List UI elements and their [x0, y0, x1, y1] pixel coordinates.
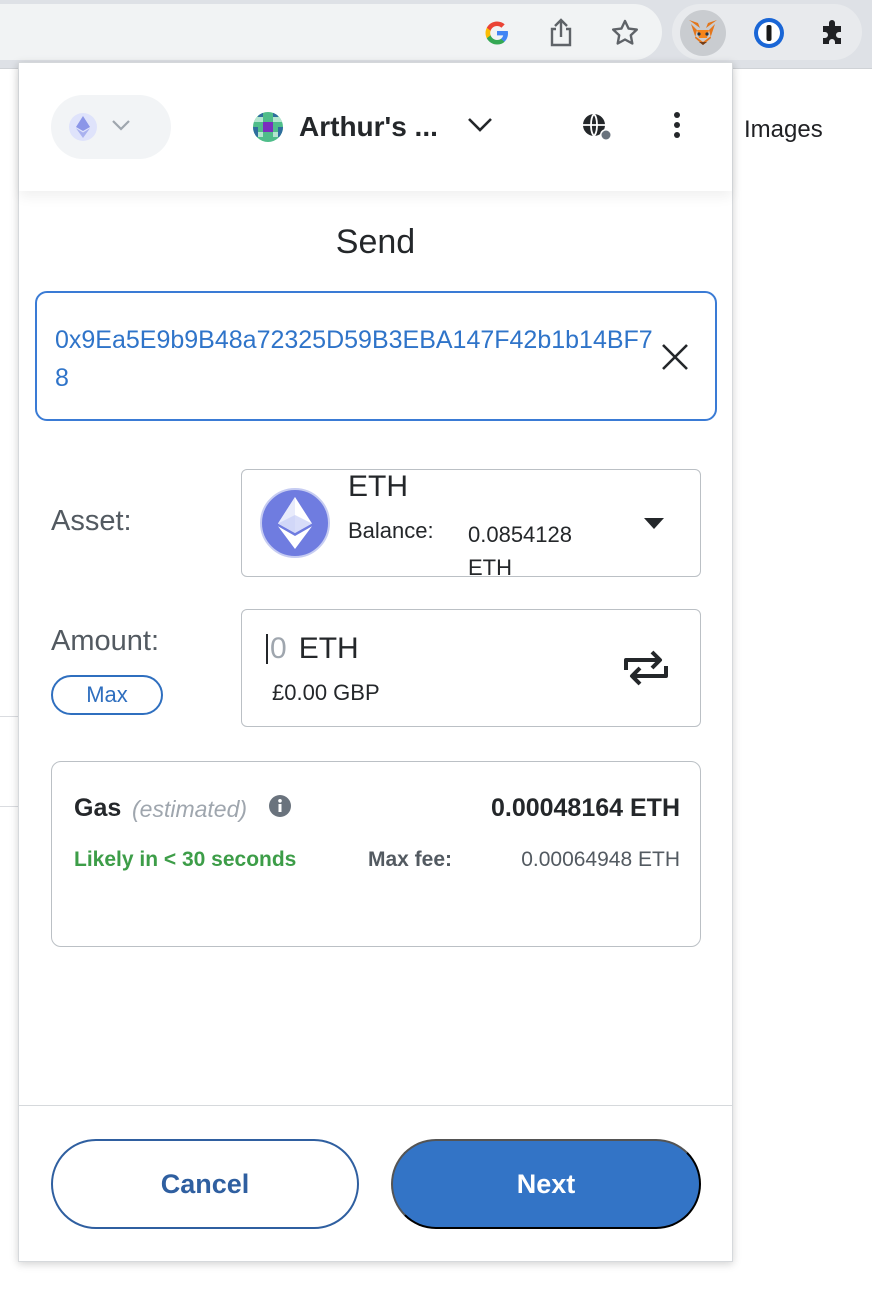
metamask-popup: Arthur's ... Send 0x9Ea5E9b9B48a72325D59… — [18, 62, 733, 1262]
gas-timing: Likely in < 30 seconds — [74, 848, 297, 871]
amount-label: Amount: — [51, 625, 159, 657]
account-picker[interactable]: Arthur's ... — [253, 107, 493, 147]
amount-unit: ETH — [298, 632, 359, 665]
page-divider — [0, 716, 18, 717]
google-icon[interactable] — [482, 18, 512, 48]
info-icon[interactable] — [268, 794, 292, 818]
amount-number: 0 — [270, 632, 287, 665]
extensions-area — [672, 4, 862, 60]
extensions-puzzle-icon[interactable] — [810, 10, 856, 56]
max-button[interactable]: Max — [51, 675, 163, 715]
recipient-address: 0x9Ea5E9b9B48a72325D59B3EBA147F42b1b14BF… — [55, 326, 653, 392]
cancel-button[interactable]: Cancel — [51, 1139, 359, 1229]
gas-estimated-label: (estimated) — [132, 796, 248, 822]
swap-icon[interactable] — [622, 648, 670, 688]
amount-input[interactable]: 0 ETH £0.00 GBP — [241, 609, 701, 727]
globe-icon[interactable] — [579, 111, 615, 143]
chevron-down-icon — [111, 118, 131, 136]
next-button[interactable]: Next — [391, 1139, 701, 1229]
caret-down-icon — [644, 518, 664, 529]
gas-panel: Gas (estimated) 0.00048164 ETH Likely in… — [51, 761, 701, 947]
recipient-input[interactable]: 0x9Ea5E9b9B48a72325D59B3EBA147F42b1b14BF… — [35, 291, 717, 421]
app-header: Arthur's ... — [19, 63, 732, 191]
amount-value[interactable]: 0 ETH — [266, 632, 359, 666]
images-link[interactable]: Images — [744, 116, 823, 144]
amount-fiat: £0.00 GBP — [272, 680, 380, 705]
max-fee-label: Max fee: — [368, 848, 453, 871]
ethereum-icon — [260, 488, 330, 558]
account-name: Arthur's ... — [299, 111, 438, 142]
gas-amount: 0.00048164 ETH — [490, 794, 680, 822]
asset-selector[interactable]: ETH Balance: 0.0854128 ETH — [241, 469, 701, 580]
footer-divider — [19, 1105, 732, 1106]
network-picker[interactable] — [51, 95, 171, 159]
share-icon[interactable] — [546, 18, 576, 48]
kebab-menu-icon[interactable] — [665, 107, 689, 143]
bookmark-star-icon[interactable] — [610, 18, 640, 48]
balance-value: 0.0854128 ETH — [468, 522, 572, 580]
text-cursor — [266, 634, 268, 664]
browser-toolbar — [0, 0, 872, 68]
page-divider — [0, 806, 18, 807]
page-title: Send — [335, 223, 416, 261]
account-avatar — [253, 112, 283, 142]
asset-label: Asset: — [51, 505, 132, 537]
balance-label: Balance: — [348, 518, 434, 543]
metamask-fox-icon[interactable] — [680, 10, 726, 56]
chevron-down-icon — [467, 117, 493, 138]
asset-symbol: ETH — [348, 470, 408, 503]
max-fee-value: 0.00064948 ETH — [521, 848, 680, 871]
close-icon[interactable] — [659, 341, 691, 373]
onepassword-icon[interactable] — [746, 10, 792, 56]
address-bar[interactable] — [0, 4, 662, 60]
gas-title: Gas — [74, 794, 122, 822]
ethereum-icon — [69, 113, 97, 141]
